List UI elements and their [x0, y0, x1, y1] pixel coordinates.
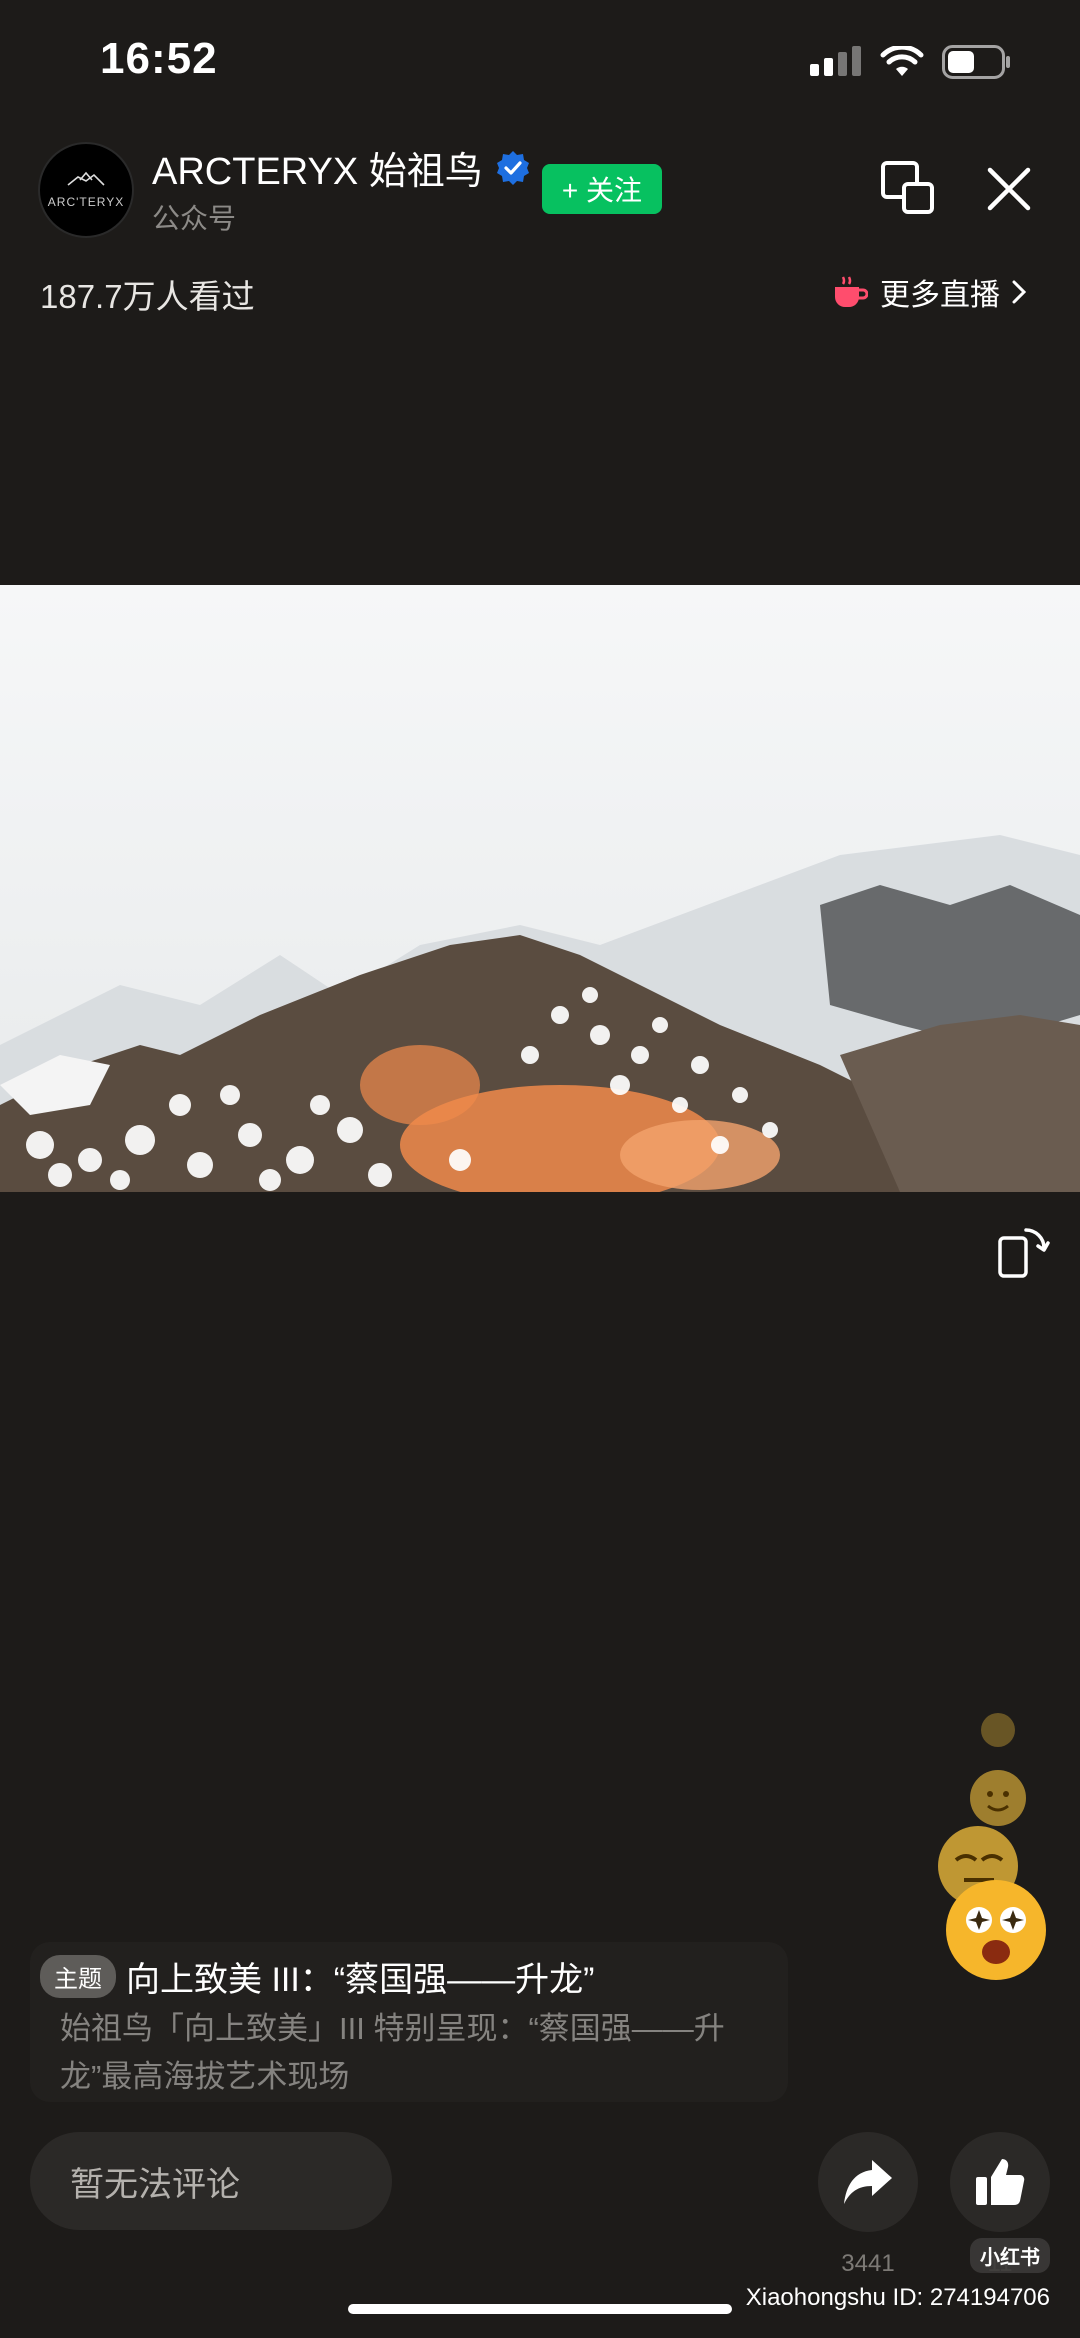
avatar-text: ARC'TERYX: [47, 195, 125, 209]
rotate-screen-icon[interactable]: [996, 1224, 1052, 1280]
topic-description: 始祖鸟「向上致美」III 特别呈现：“蔡国强——升龙”最高海拔艺术现场: [60, 2011, 725, 2094]
topic-tag: 主题: [40, 1955, 116, 1998]
live-video[interactable]: [0, 585, 1080, 1192]
comment-input[interactable]: 暂无法评论: [30, 2132, 392, 2230]
xiaohongshu-badge: 小红书: [970, 2238, 1050, 2273]
arcteryx-logo-icon: [67, 171, 105, 186]
watermark: Xiaohongshu ID: 274194706: [745, 2284, 1050, 2311]
share-button[interactable]: [818, 2132, 918, 2232]
mountain-scene: [0, 835, 1080, 1192]
viewers-count: 187.7万人看过: [40, 278, 255, 315]
signal-icon: [810, 46, 861, 76]
topic-header: 主题 向上致美 III：“蔡国强——升龙”: [40, 1952, 594, 2001]
battery-icon: [942, 45, 1010, 79]
share-count: 3441: [841, 2250, 895, 2277]
account-name[interactable]: ARCTERYX 始祖鸟: [152, 140, 531, 195]
topic-title: 向上致美 III：“蔡国强——升龙”: [126, 1961, 595, 1999]
floating-window-icon[interactable]: [880, 160, 936, 216]
home-indicator[interactable]: [348, 2304, 732, 2314]
more-live-label: 更多直播: [880, 279, 1000, 312]
verified-icon: [496, 150, 529, 185]
emoji-reaction-icon: [946, 1880, 1046, 1980]
close-icon[interactable]: [984, 164, 1034, 214]
chevron-right-icon: [1012, 280, 1026, 304]
emoji-reaction-icon: [981, 1713, 1015, 1747]
status-time: 16:52: [100, 34, 218, 83]
wifi-icon: [880, 46, 924, 76]
follow-button[interactable]: + 关注: [542, 164, 662, 214]
like-button[interactable]: [950, 2132, 1050, 2232]
account-avatar[interactable]: ARC'TERYX: [38, 142, 134, 238]
status-icons: [810, 42, 1012, 82]
account-name-text: ARCTERYX 始祖鸟: [152, 151, 483, 193]
more-live-link[interactable]: 更多直播: [832, 270, 1026, 314]
emoji-reaction-icon: [970, 1770, 1026, 1826]
share-icon: [844, 2160, 892, 2204]
account-type: 公众号: [152, 203, 237, 234]
thumbs-up-icon: [976, 2159, 1025, 2205]
coffee-cup-icon: [835, 276, 868, 307]
